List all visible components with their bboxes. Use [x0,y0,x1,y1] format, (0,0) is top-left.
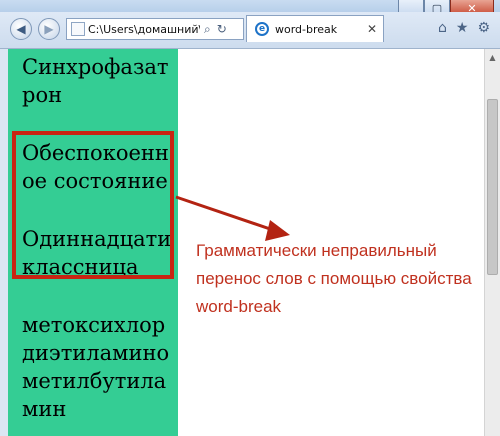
page-content: Синхрофазатрон Обеспокоенное состояние О… [8,49,484,436]
tab-close-icon[interactable]: ✕ [367,22,377,36]
vertical-scrollbar[interactable]: ▲ [484,49,500,436]
address-bar[interactable]: C:\Users\домашний\D ⌕ ↻ [66,18,244,40]
refresh-icon[interactable]: ↻ [217,22,227,37]
arrow-left-icon: ◀ [16,22,26,36]
scroll-up-icon[interactable]: ▲ [485,49,500,65]
page-icon [71,22,85,36]
star-icon[interactable]: ★ [456,20,469,36]
scroll-thumb[interactable] [487,99,498,275]
ie-icon: e [255,22,269,36]
arrow-right-icon: ▶ [44,22,54,36]
tab-label: word-break [275,22,338,36]
home-icon[interactable]: ⌂ [438,20,447,36]
back-button[interactable]: ◀ [10,18,32,40]
address-text: C:\Users\домашний\D [88,22,200,36]
annotation-text: Грамматически неправильный перенос слов … [196,241,472,316]
search-icon[interactable]: ⌕ [204,22,211,37]
browser-right-icons: ⌂ ★ ⚙ [438,20,490,36]
gear-icon[interactable]: ⚙ [477,20,490,36]
forward-button[interactable]: ▶ [38,18,60,40]
tab-word-break[interactable]: e word-break ✕ [246,15,384,42]
